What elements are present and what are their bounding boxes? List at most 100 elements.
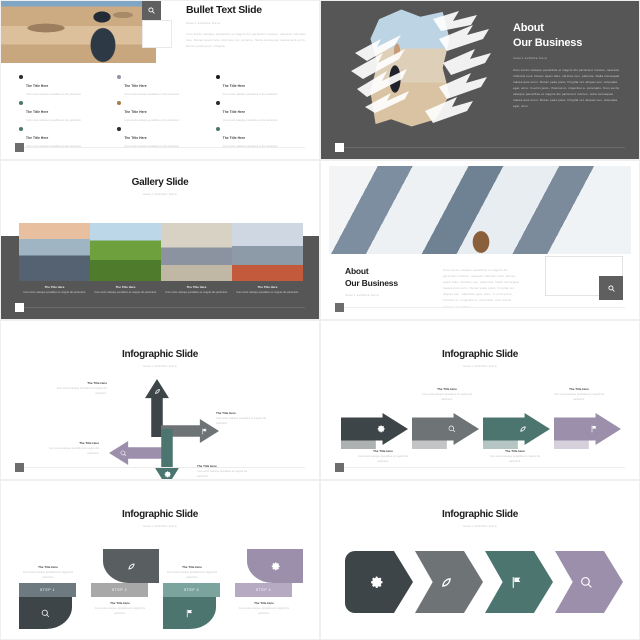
step-label: STEP 3 [183,588,200,592]
list-item[interactable]: The Title Here Curs socis natoque penatib… [19,100,108,122]
caption-title: The Title Here [186,285,207,289]
slide-gallery[interactable]: Gallery Slide insert subtitle here The T… [0,160,320,320]
row-arrow-4[interactable] [554,413,621,449]
bullet-title: The Title Here [26,136,49,140]
page-subtitle: insert subtitle here [142,364,178,368]
slide-about-photo[interactable]: About Our Business insert subtitle here … [320,160,640,320]
caption-desc: Curs socis natoque penatibus et magnis d… [165,291,228,294]
gear-icon [377,425,385,433]
list-item: The Title Here Curs socis natoque penatib… [19,285,90,295]
bullet-dot-icon [117,101,122,105]
search-icon [448,425,455,433]
bullet-dot-icon [215,75,220,79]
page-title-line2: Our Business [513,36,583,49]
gear-icon [164,471,171,478]
slide-infographic-cross[interactable]: Infographic Slide insert subtitle here T… [0,320,320,480]
slide-marker [335,303,344,312]
caption-title: The Title Here [257,285,278,289]
step-ribbons: The Title Here Curs socis natoque penatib… [19,549,303,639]
label-title: The Title Here [569,387,589,391]
bullet-list: The Title Here Curs socis natoque penatib… [19,74,305,148]
flag-icon [591,425,596,433]
label-title: The Title Here [182,565,202,569]
step-4[interactable]: STEP 4 The Title Here Curs socis natoque … [235,549,303,639]
list-item[interactable]: The Title HereCurs socis natoque penatib… [117,126,206,148]
caption-title: The Title Here [44,285,65,289]
bullet-title: The Title Here [124,110,147,114]
chevron-4[interactable] [555,551,623,613]
footer-rule [15,307,305,308]
list-item[interactable]: The Title HereCurs socis natoque penatib… [117,100,206,122]
mountain-photo [329,166,631,254]
desert-hiker-photo [1,1,156,63]
bullet-dot-icon [19,127,23,131]
label-desc: Curs socis natoque penatibus et magnis d… [357,455,409,464]
gallery-image-1[interactable] [19,223,90,281]
slide-infographic-row[interactable]: Infographic Slide insert subtitle here T… [320,320,640,480]
step-caption: The Title Here Curs socis natoque penatib… [163,565,221,580]
list-item[interactable]: The Title HereCurs socis natoque penatib… [19,74,108,96]
page-subtitle: insert subtitle here [142,524,178,528]
gallery-image-strip [19,223,303,281]
gear-icon [371,576,383,588]
page-subtitle: insert subtitle here [462,364,498,368]
arrow-left[interactable] [109,441,167,465]
slide-bullet-text[interactable]: Bullet Text Slide insert subtitle here C… [0,0,320,160]
page-subtitle: insert subtitle here [462,524,498,528]
chevron-1[interactable] [345,551,413,613]
search-icon [120,450,127,456]
footer-rule [15,467,305,468]
bullet-title: The Title Here [124,136,147,140]
chevron-3[interactable] [485,551,553,613]
list-item[interactable]: The Title HereCurs socis natoque penatib… [215,126,305,148]
slide-marker [15,143,24,152]
page-title: Bullet Text Slide [186,4,262,16]
slide-about-dark[interactable]: About Our Business insert subtitle here … [320,0,640,160]
list-item[interactable]: The Title HereCurs socis natoque penatib… [19,126,108,148]
bullet-title: The Title Here [26,110,49,114]
row-arrow-3[interactable] [483,413,550,449]
label-title: The Title Here [87,381,107,385]
row-arrow-1[interactable] [341,413,408,449]
gallery-image-3[interactable] [161,223,232,281]
intro-paragraph: Cum sociis natoque penatibus et magnis d… [186,32,306,49]
search-icon[interactable] [599,276,623,300]
step-label: STEP 4 [255,588,272,592]
list-item: The Title Here Curs socis natoque penatib… [90,285,161,295]
step-3[interactable]: The Title Here Curs socis natoque penatib… [163,549,231,639]
step-label: STEP 1 [39,588,56,592]
label-desc: Curs socis natoque penatibus et magnis d… [553,393,605,402]
list-item[interactable]: The Title HereCurs socis natoque penatib… [215,74,305,96]
page-title: Infographic Slide [441,349,519,360]
bullet-title: The Title Here [222,136,246,140]
label-title: The Title Here [38,565,58,569]
bullet-desc: Curs socis natoque penatibus et dis part… [124,93,180,96]
step-1[interactable]: The Title Here Curs socis natoque penatib… [19,549,87,639]
footer-rule [15,147,305,148]
step-2[interactable]: STEP 2 The Title Here Curs socis natoque … [91,549,159,639]
bullet-desc: Curs socis natoque penatibus et dis part… [26,119,81,122]
slide-infographic-chevrons[interactable]: Infographic Slide insert subtitle here [320,480,640,640]
step-caption: The Title Here Curs socis natoque penatib… [235,601,293,616]
page-title: Infographic Slide [121,349,199,360]
leaf-icon [442,577,452,587]
step-label: STEP 2 [111,588,128,592]
list-item[interactable]: The Title HereCurs socis natoque penatib… [215,100,305,122]
label-desc: Curs socis natoque penatibus et magnis d… [56,387,107,396]
footer-rule [335,147,625,148]
gallery-image-2[interactable] [90,223,161,281]
slide-infographic-steps[interactable]: Infographic Slide insert subtitle here T… [0,480,320,640]
list-item[interactable]: The Title HereCurs socis natoque penatib… [117,74,206,96]
search-icon [581,576,593,588]
search-icon[interactable] [142,1,161,20]
page-subtitle: insert subtitle here [345,293,380,298]
cross-label-2: The Title Here Curs socis natoque penatib… [216,411,272,426]
chevron-2[interactable] [415,551,483,613]
about-heading-block: About Our Business insert subtitle here [345,266,398,297]
gallery-image-4[interactable] [232,223,303,281]
search-icon [41,609,50,617]
row-arrow-2[interactable] [412,413,479,449]
slide-marker [335,463,344,472]
slide-deck-grid: Bullet Text Slide insert subtitle here C… [0,0,640,640]
footer-rule [335,467,625,468]
